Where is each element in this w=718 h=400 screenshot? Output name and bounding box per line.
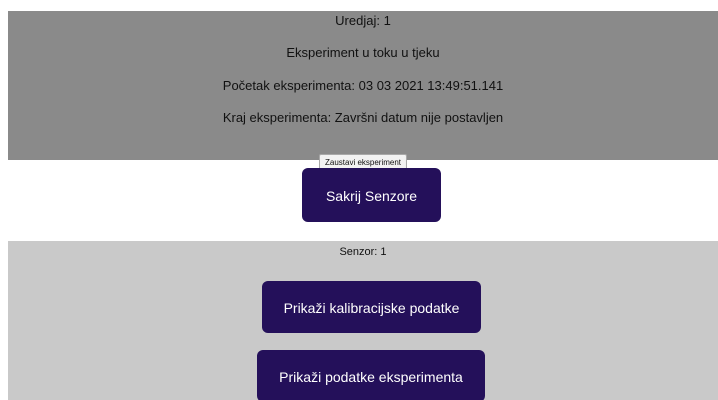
sensor-panel: Senzor: 1 Prikaži kalibracijske podatke … [8,241,718,400]
device-label: Uredjaj: 1 [335,13,391,28]
sensor-label: Senzor: 1 [339,246,387,258]
device-panel: Uredjaj: 1 Eksperiment u toku u tjeku Po… [8,11,718,171]
show-experiment-data-button[interactable]: Prikaži podatke eksperimenta [257,350,485,400]
experiment-status: Eksperiment u toku u tjeku [286,45,440,60]
experiment-start-time: Početak eksperimenta: 03 03 2021 13:49:5… [222,78,504,93]
show-calibration-data-button[interactable]: Prikaži kalibracijske podatke [262,281,481,333]
experiment-end-time: Kraj eksperimenta: Završni datum nije po… [222,110,504,125]
hide-sensors-button[interactable]: Sakrij Senzore [302,168,441,222]
